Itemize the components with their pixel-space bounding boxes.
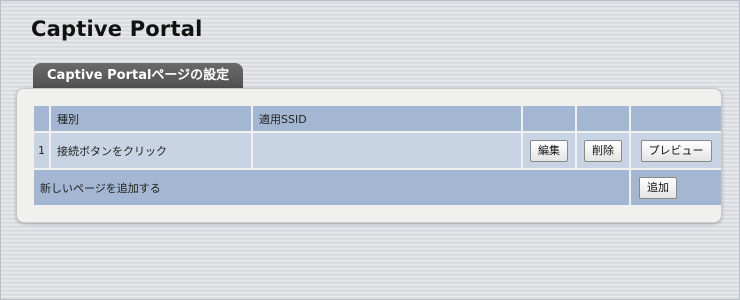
table-header-row: 種別 適用SSID bbox=[34, 106, 721, 131]
column-header-ssid: 適用SSID bbox=[253, 106, 521, 131]
row-number: 1 bbox=[34, 133, 49, 168]
settings-panel: 種別 適用SSID 1 接続ボタンをクリック 編集 削除 プレビュー 新しいペー… bbox=[16, 88, 722, 223]
column-header-type: 種別 bbox=[51, 106, 251, 131]
edit-button[interactable]: 編集 bbox=[530, 139, 568, 162]
column-header-delete bbox=[577, 106, 629, 131]
row-ssid bbox=[253, 133, 521, 168]
delete-button[interactable]: 削除 bbox=[584, 139, 622, 162]
column-header-number bbox=[34, 106, 49, 131]
column-header-edit bbox=[523, 106, 575, 131]
preview-button[interactable]: プレビュー bbox=[640, 139, 712, 162]
add-page-row: 新しいページを追加する 追加 bbox=[34, 170, 721, 205]
add-cell: 追加 bbox=[631, 170, 721, 205]
page-title: Captive Portal bbox=[31, 17, 203, 41]
add-button[interactable]: 追加 bbox=[639, 176, 677, 199]
add-page-label: 新しいページを追加する bbox=[34, 170, 629, 205]
preview-cell: プレビュー bbox=[631, 133, 721, 168]
tab-captive-portal-page-settings[interactable]: Captive Portalページの設定 bbox=[33, 63, 244, 89]
column-header-preview bbox=[631, 106, 721, 131]
edit-cell: 編集 bbox=[523, 133, 575, 168]
delete-cell: 削除 bbox=[577, 133, 629, 168]
row-type: 接続ボタンをクリック bbox=[51, 133, 251, 168]
table-row: 1 接続ボタンをクリック 編集 削除 プレビュー bbox=[34, 133, 721, 168]
captive-portal-pages-table: 種別 適用SSID 1 接続ボタンをクリック 編集 削除 プレビュー 新しいペー… bbox=[32, 104, 723, 207]
